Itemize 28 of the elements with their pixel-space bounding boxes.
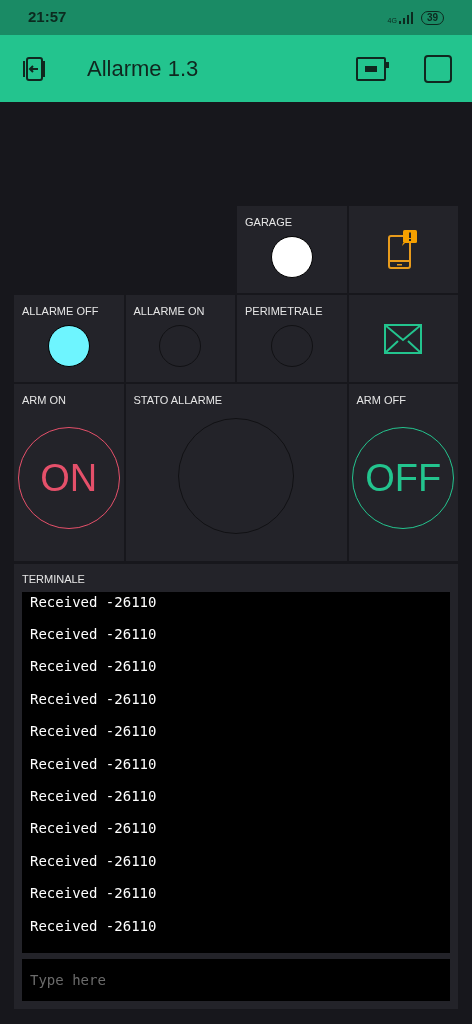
widget-label: ALLARME OFF [21, 304, 100, 318]
widget-label: TERMINALE [22, 572, 86, 586]
app-title: Allarme 1.3 [87, 55, 199, 83]
phone-alert-icon [388, 229, 419, 270]
terminal-line: Received -26110 [30, 786, 158, 806]
terminal-line: Received -26110 [30, 689, 158, 709]
terminal-line: Received -26110 [30, 754, 158, 774]
signal-icon [398, 11, 413, 24]
terminal-line: Received -26110 [30, 819, 158, 839]
terminal-line: Received -26110 [30, 851, 158, 871]
terminal-line: Received -26110 [30, 624, 158, 644]
terminal-line: Received -26110 [30, 592, 158, 612]
terminal-line: Received -26110 [30, 657, 158, 677]
input-field[interactable]: Type here [22, 959, 450, 1001]
device-icon[interactable] [356, 55, 390, 82]
status-time: 21:57 [28, 7, 67, 28]
widget-label: ARM OFF [355, 393, 407, 407]
widget-label: ALLARME ON [132, 304, 206, 318]
widget-label: ARM ON [21, 393, 67, 407]
terminal-line: Received -26110 [30, 722, 158, 742]
envelope-icon [384, 323, 423, 354]
terminal-line: Received -26110 [30, 884, 158, 904]
stop-icon[interactable] [424, 54, 452, 83]
widget-label: PERIMETRALE [244, 304, 324, 318]
exit-icon[interactable] [20, 54, 48, 83]
widget-label: GARAGE [244, 215, 294, 229]
terminal-line: Received -26110 [30, 916, 158, 936]
widget-label: STATO ALLARME [132, 393, 224, 407]
